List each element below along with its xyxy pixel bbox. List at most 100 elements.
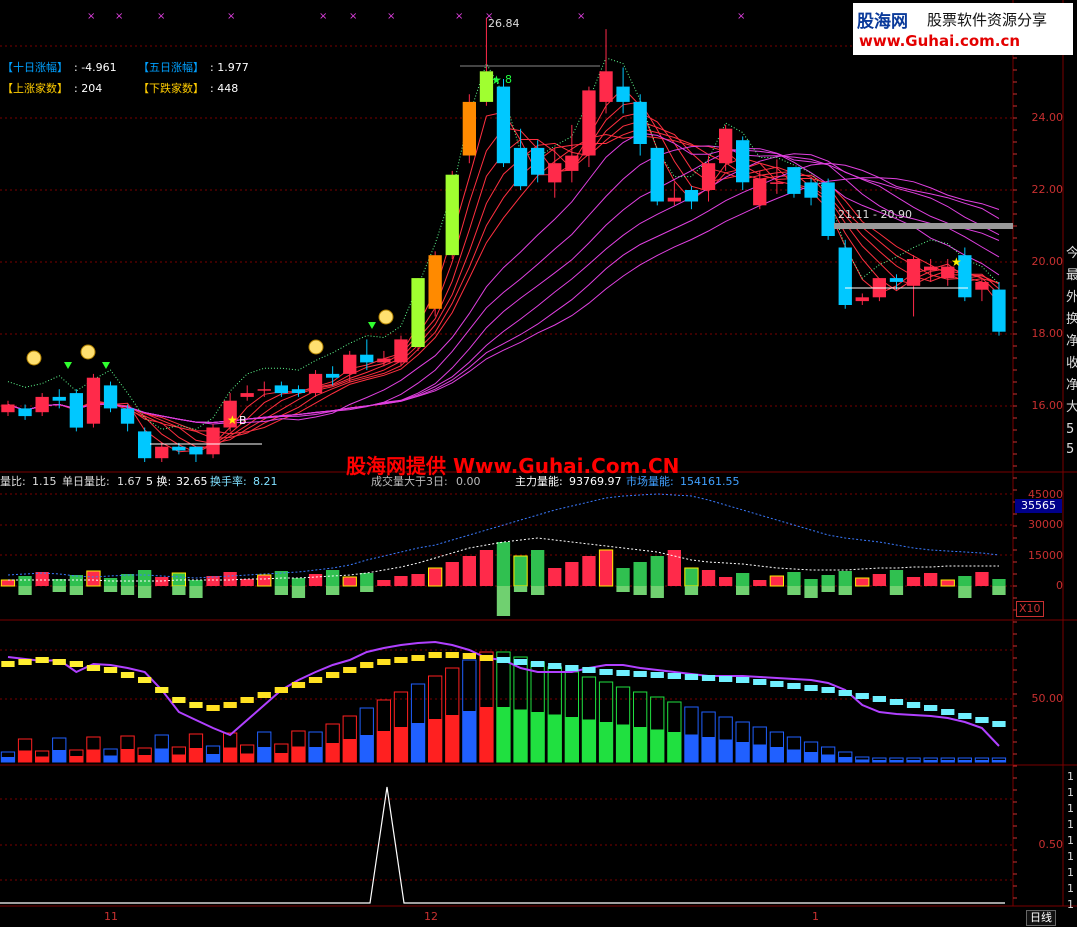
volume-bar-neg (513, 586, 528, 592)
volume-bar (616, 568, 630, 586)
marker-icon: × (387, 11, 395, 22)
indicator-bar-fill (855, 759, 869, 762)
indicator-bar-fill (548, 714, 562, 762)
stat-ten-day-value: : -4.961 (74, 61, 117, 74)
volume-bar (667, 550, 681, 586)
volume-bar-neg (274, 586, 288, 595)
indicator-marker (69, 661, 83, 667)
indicator-marker (155, 687, 169, 693)
price-axis-tick: 16.00 (1031, 399, 1064, 412)
indicator-bar-fill (975, 760, 989, 762)
signal-axis-tick: 0.50 (1038, 838, 1064, 851)
indicator-marker (86, 665, 101, 671)
volume-bar-neg (120, 586, 135, 595)
vol-axis-tick: 30000 (1028, 518, 1063, 531)
period-button[interactable]: 日线 (1026, 910, 1056, 926)
indicator-bar-fill (52, 750, 66, 762)
indicator-bar-fill (889, 760, 904, 762)
star-icon: ★ (227, 413, 238, 427)
price-axis-tick: 18.00 (1031, 327, 1064, 340)
volume-bar (120, 574, 135, 586)
candle-body (257, 389, 271, 391)
volume-bar (769, 575, 785, 587)
indicator-bar-fill (326, 743, 340, 762)
candle-body (975, 282, 989, 290)
candle-body (35, 396, 49, 413)
volume-bar (513, 555, 528, 587)
volume-bar (86, 570, 101, 587)
volume-bar-neg (821, 586, 835, 592)
marker-icon: × (349, 11, 357, 22)
info-char: 净 (1066, 378, 1077, 393)
smiley-icon (378, 309, 394, 325)
candle-body (394, 339, 408, 363)
volume-bar (411, 574, 425, 586)
main-energy-label: 主力量能: (515, 475, 563, 488)
indicator-bar-fill (377, 731, 391, 762)
price-axis-tick: 24.00 (1031, 111, 1064, 124)
info-char: 今 (1066, 246, 1077, 261)
volume-bar-neg (787, 586, 801, 595)
indicator-marker (599, 669, 613, 675)
volume-bar (598, 549, 614, 587)
volume-bar-neg (360, 586, 374, 592)
candle-body (69, 393, 83, 428)
indicator-marker (360, 662, 374, 668)
volume-bar-neg (804, 586, 818, 598)
vol-ratio-value: 1.15 (32, 475, 57, 488)
indicator-bar-fill (701, 737, 716, 762)
indicator-marker (274, 687, 288, 693)
candle-body (120, 408, 135, 424)
candle-body (582, 90, 596, 156)
volume-bar (650, 556, 664, 586)
volume-bar (223, 572, 237, 586)
indicator-bar-fill (172, 754, 186, 762)
indicator-marker (103, 667, 118, 673)
indicator-bar-fill (684, 734, 699, 762)
arrow-down-icon (368, 322, 376, 329)
marker-icon: × (227, 11, 235, 22)
signal-digit: 1 (1067, 882, 1074, 895)
volume-bar (479, 550, 494, 586)
indicator-bar-fill (223, 747, 237, 762)
candle-body (189, 446, 203, 455)
indicator-bar-fill (35, 756, 49, 762)
volume-bar (958, 576, 972, 586)
indicator-bar-fill (360, 735, 374, 762)
indicator-bar-fill (1, 757, 15, 762)
volume-bar (548, 568, 562, 586)
main-energy-value: 93769.97 (569, 475, 622, 488)
marker-icon: × (87, 11, 95, 22)
indicator-marker (941, 709, 955, 715)
volume-bar (171, 572, 186, 587)
indicator-bar-fill (787, 749, 801, 762)
volume-bar (804, 579, 818, 586)
signal-digit: 1 (1067, 818, 1074, 831)
marker-icon: × (319, 11, 327, 22)
indicator-marker (206, 705, 220, 711)
site-logo[interactable]: 股海网 股票软件资源分享 www.Guhai.com.cn (853, 3, 1073, 55)
indicator-marker (52, 659, 66, 665)
indicator-marker (650, 672, 664, 678)
volume-bar (360, 573, 374, 586)
volume-bar-neg (684, 586, 699, 595)
indicator-marker (394, 657, 408, 663)
candle-body (924, 266, 938, 271)
candle-body (770, 182, 784, 184)
candle-body (172, 446, 186, 451)
day-ratio-label: 单日量比: (62, 475, 110, 488)
indicator-bar-fill (838, 757, 852, 762)
candle-body (906, 259, 921, 286)
indicator-bar-fill (992, 760, 1006, 762)
indicator-bar-fill (650, 729, 664, 762)
candle-body (599, 71, 613, 102)
turnover-rate-label: 换手率: (210, 475, 247, 488)
stat-up-count-label: 【上涨家数】 (2, 82, 68, 95)
volume-bar (462, 556, 476, 586)
marker-icon: × (737, 11, 745, 22)
indicator-bar-fill (719, 739, 733, 762)
volume-bar-neg (138, 586, 152, 598)
candle-body (274, 385, 288, 394)
volume-bar (787, 572, 801, 586)
indicator-marker (513, 659, 528, 665)
